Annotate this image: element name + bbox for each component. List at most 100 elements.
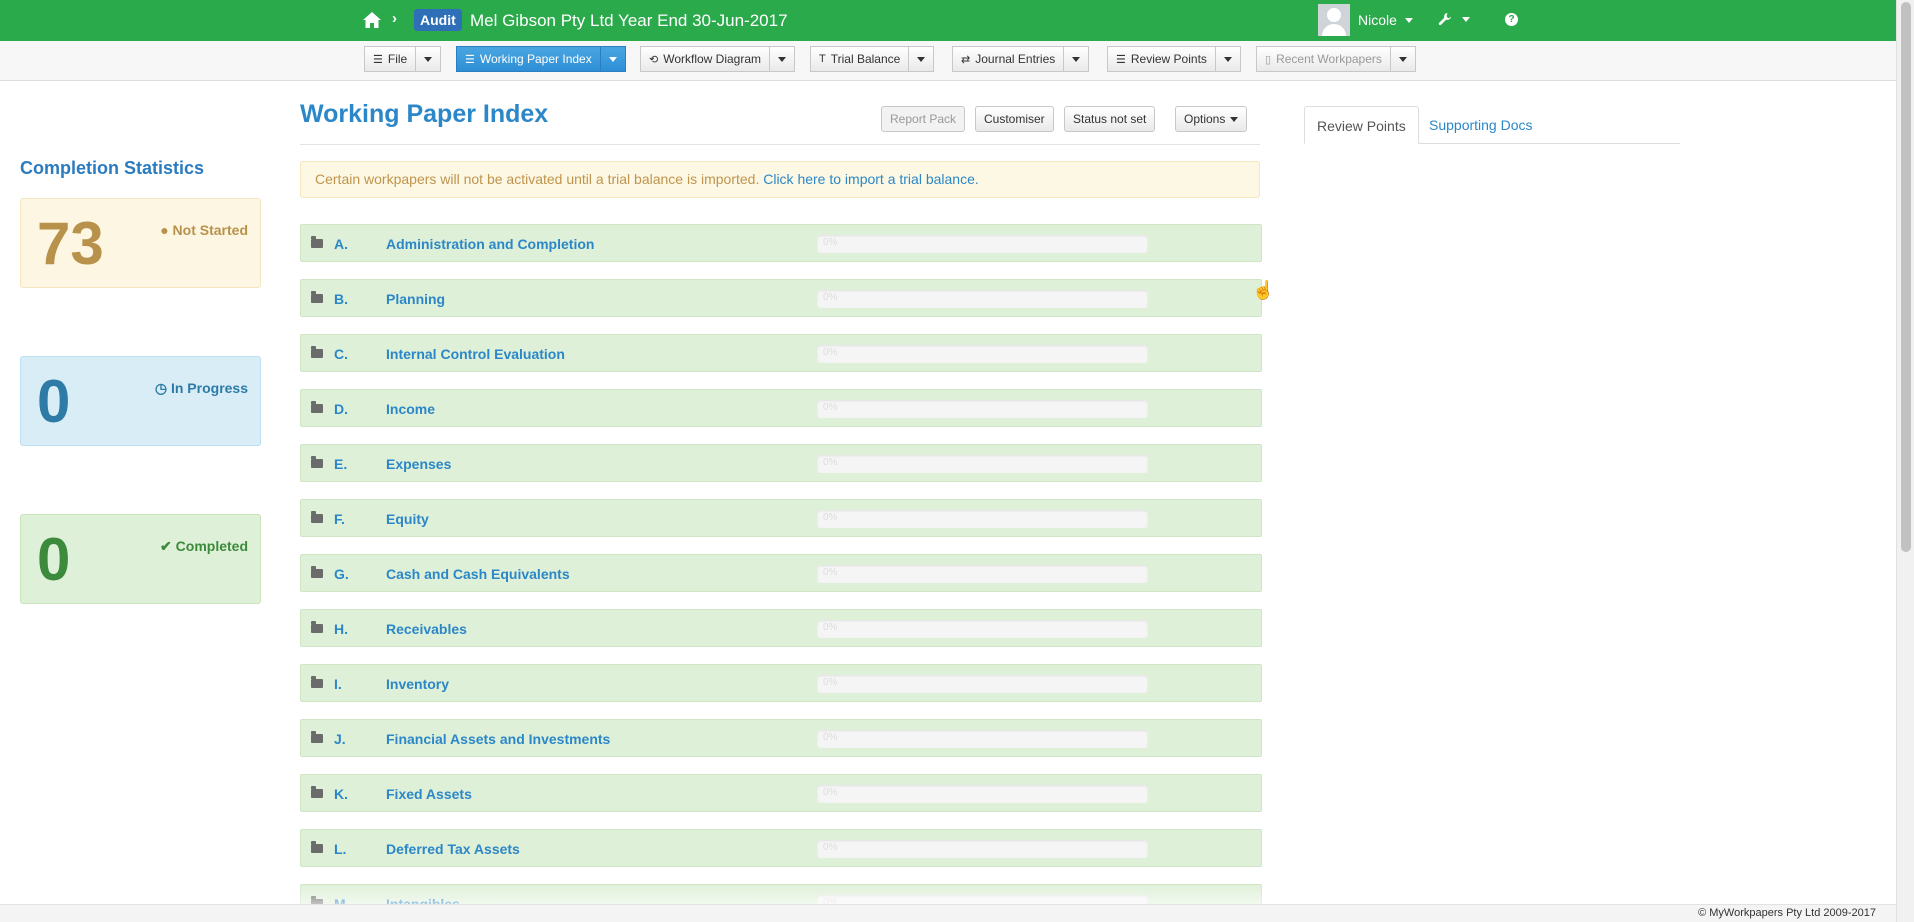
- section-name-link[interactable]: Income: [386, 401, 435, 417]
- file-label: File: [387, 52, 408, 66]
- section-progress-bar: 0%: [817, 290, 1148, 308]
- section-row[interactable]: A. Administration and Completion 0%: [300, 224, 1262, 262]
- help-icon[interactable]: ?: [1505, 13, 1518, 26]
- section-row[interactable]: D. Income 0%: [300, 389, 1262, 427]
- file-dropdown-button[interactable]: [416, 46, 442, 72]
- customiser-button[interactable]: Customiser: [975, 106, 1054, 132]
- client-title: Mel Gibson Pty Ltd Year End 30-Jun-2017: [470, 11, 788, 30]
- review-points-button[interactable]: ☰ Review Points: [1107, 46, 1216, 72]
- import-trial-balance-link[interactable]: Click here to import a trial balance.: [763, 171, 979, 187]
- home-icon[interactable]: [362, 11, 382, 29]
- section-progress-bar: 0%: [817, 345, 1148, 363]
- section-name-link[interactable]: Equity: [386, 511, 429, 527]
- trial-balance-label: Trial Balance: [830, 52, 901, 66]
- in-progress-label: ◷ In Progress: [154, 380, 248, 396]
- clock-icon: ◷: [154, 380, 168, 396]
- section-progress-bar: 0%: [817, 620, 1148, 638]
- chevron-down-icon: [1404, 17, 1413, 23]
- completed-stat: 0 ✔ Completed: [20, 514, 261, 604]
- module-badge[interactable]: Audit: [414, 9, 462, 31]
- tab-review-points[interactable]: Review Points: [1304, 106, 1419, 144]
- tools-menu[interactable]: [1438, 12, 1470, 26]
- file-menu: ☰ File: [364, 46, 442, 72]
- completed-label: ✔ Completed: [160, 538, 248, 554]
- section-name-link[interactable]: Deferred Tax Assets: [386, 841, 520, 857]
- folder-icon: [311, 731, 323, 743]
- main-toolbar: ☰ File ☰ Working Paper Index ⟲ Workflow …: [0, 41, 1896, 81]
- section-code: B.: [334, 291, 348, 307]
- workflow-diagram-dropdown-button[interactable]: [770, 46, 796, 72]
- working-paper-index-dropdown-button[interactable]: [600, 46, 626, 72]
- avatar: [1318, 4, 1350, 36]
- chevron-down-icon: [608, 56, 617, 62]
- section-name-link[interactable]: Planning: [386, 291, 445, 307]
- options-button[interactable]: Options: [1175, 106, 1248, 132]
- section-row[interactable]: L. Deferred Tax Assets 0%: [300, 829, 1262, 867]
- section-row[interactable]: I. Inventory 0%: [300, 664, 1262, 702]
- section-progress-bar: 0%: [817, 235, 1148, 253]
- review-points-dropdown-button[interactable]: [1215, 46, 1241, 72]
- section-name-link[interactable]: Administration and Completion: [386, 236, 594, 252]
- section-row[interactable]: B. Planning 0%: [300, 279, 1262, 317]
- scrollbar-thumb[interactable]: [1901, 2, 1911, 552]
- user-menu[interactable]: Nicole: [1318, 4, 1413, 36]
- section-code: J.: [334, 731, 346, 747]
- section-name-link[interactable]: Expenses: [386, 456, 451, 472]
- not-started-count: 73: [37, 210, 104, 277]
- section-row[interactable]: J. Financial Assets and Investments 0%: [300, 719, 1262, 757]
- trial-balance-dropdown-button[interactable]: [909, 46, 935, 72]
- hand-cursor-icon: ☝: [1252, 280, 1275, 300]
- section-progress-bar: 0%: [817, 675, 1148, 693]
- section-row[interactable]: C. Internal Control Evaluation 0%: [300, 334, 1262, 372]
- section-progress-bar: 0%: [817, 730, 1148, 748]
- section-name-link[interactable]: Receivables: [386, 621, 467, 637]
- section-row[interactable]: K. Fixed Assets 0%: [300, 774, 1262, 812]
- trial-balance-alert: Certain workpapers will not be activated…: [300, 161, 1260, 198]
- folder-icon: [311, 401, 323, 413]
- journal-entries-dropdown-button[interactable]: [1064, 46, 1090, 72]
- recent-workpapers-button[interactable]: ▯ Recent Workpapers: [1256, 46, 1391, 72]
- section-row[interactable]: F. Equity 0%: [300, 499, 1262, 537]
- working-paper-index-button[interactable]: ☰ Working Paper Index: [456, 46, 601, 72]
- completion-statistics-title: Completion Statistics: [20, 158, 205, 178]
- section-name-link[interactable]: Inventory: [386, 676, 449, 692]
- section-row[interactable]: G. Cash and Cash Equivalents 0%: [300, 554, 1262, 592]
- section-name-link[interactable]: Financial Assets and Investments: [386, 731, 610, 747]
- recent-workpapers-menu: ▯ Recent Workpapers: [1256, 46, 1416, 72]
- breadcrumb-chevron-icon: ›: [392, 10, 397, 27]
- chevron-down-icon: [1462, 16, 1470, 22]
- section-progress-text: 0%: [823, 622, 838, 633]
- section-progress-bar: 0%: [817, 455, 1148, 473]
- folder-icon: [311, 676, 323, 688]
- section-progress-bar: 0%: [817, 510, 1148, 528]
- section-row[interactable]: E. Expenses 0%: [300, 444, 1262, 482]
- journal-entries-label: Journal Entries: [975, 52, 1056, 66]
- trial-balance-button[interactable]: T Trial Balance: [810, 46, 910, 72]
- chevron-down-icon: [1072, 56, 1081, 62]
- status-button[interactable]: Status not set: [1064, 106, 1156, 132]
- retweet-icon: ⟲: [649, 53, 659, 66]
- journal-entries-button[interactable]: ⇄ Journal Entries: [952, 46, 1065, 72]
- review-points-menu: ☰ Review Points: [1107, 46, 1241, 72]
- file-button[interactable]: ☰ File: [364, 46, 417, 72]
- tab-supporting-docs[interactable]: Supporting Docs: [1417, 106, 1545, 144]
- section-progress-bar: 0%: [817, 400, 1148, 418]
- recent-workpapers-dropdown-button[interactable]: [1390, 46, 1416, 72]
- section-name-link[interactable]: Fixed Assets: [386, 786, 472, 802]
- user-name: Nicole: [1358, 12, 1397, 28]
- folder-icon: [311, 621, 323, 633]
- working-paper-sections: A. Administration and Completion 0% B. Plann…: [300, 224, 1262, 908]
- chevron-down-icon: [1398, 56, 1407, 62]
- section-name-link[interactable]: Cash and Cash Equivalents: [386, 566, 570, 582]
- list-alt-icon: ☰: [1116, 53, 1126, 66]
- folder-icon: [311, 566, 323, 578]
- copyright: © MyWorkpapers Pty Ltd 2009-2017: [1698, 907, 1876, 919]
- working-paper-index-menu: ☰ Working Paper Index: [456, 46, 626, 72]
- page-title: Working Paper Index: [300, 100, 549, 128]
- section-name-link[interactable]: Internal Control Evaluation: [386, 346, 565, 362]
- workflow-diagram-menu: ⟲ Workflow Diagram: [640, 46, 796, 72]
- report-pack-button[interactable]: Report Pack: [881, 106, 966, 132]
- page-scrollbar[interactable]: [1896, 0, 1914, 922]
- section-row[interactable]: H. Receivables 0%: [300, 609, 1262, 647]
- workflow-diagram-button[interactable]: ⟲ Workflow Diagram: [640, 46, 771, 72]
